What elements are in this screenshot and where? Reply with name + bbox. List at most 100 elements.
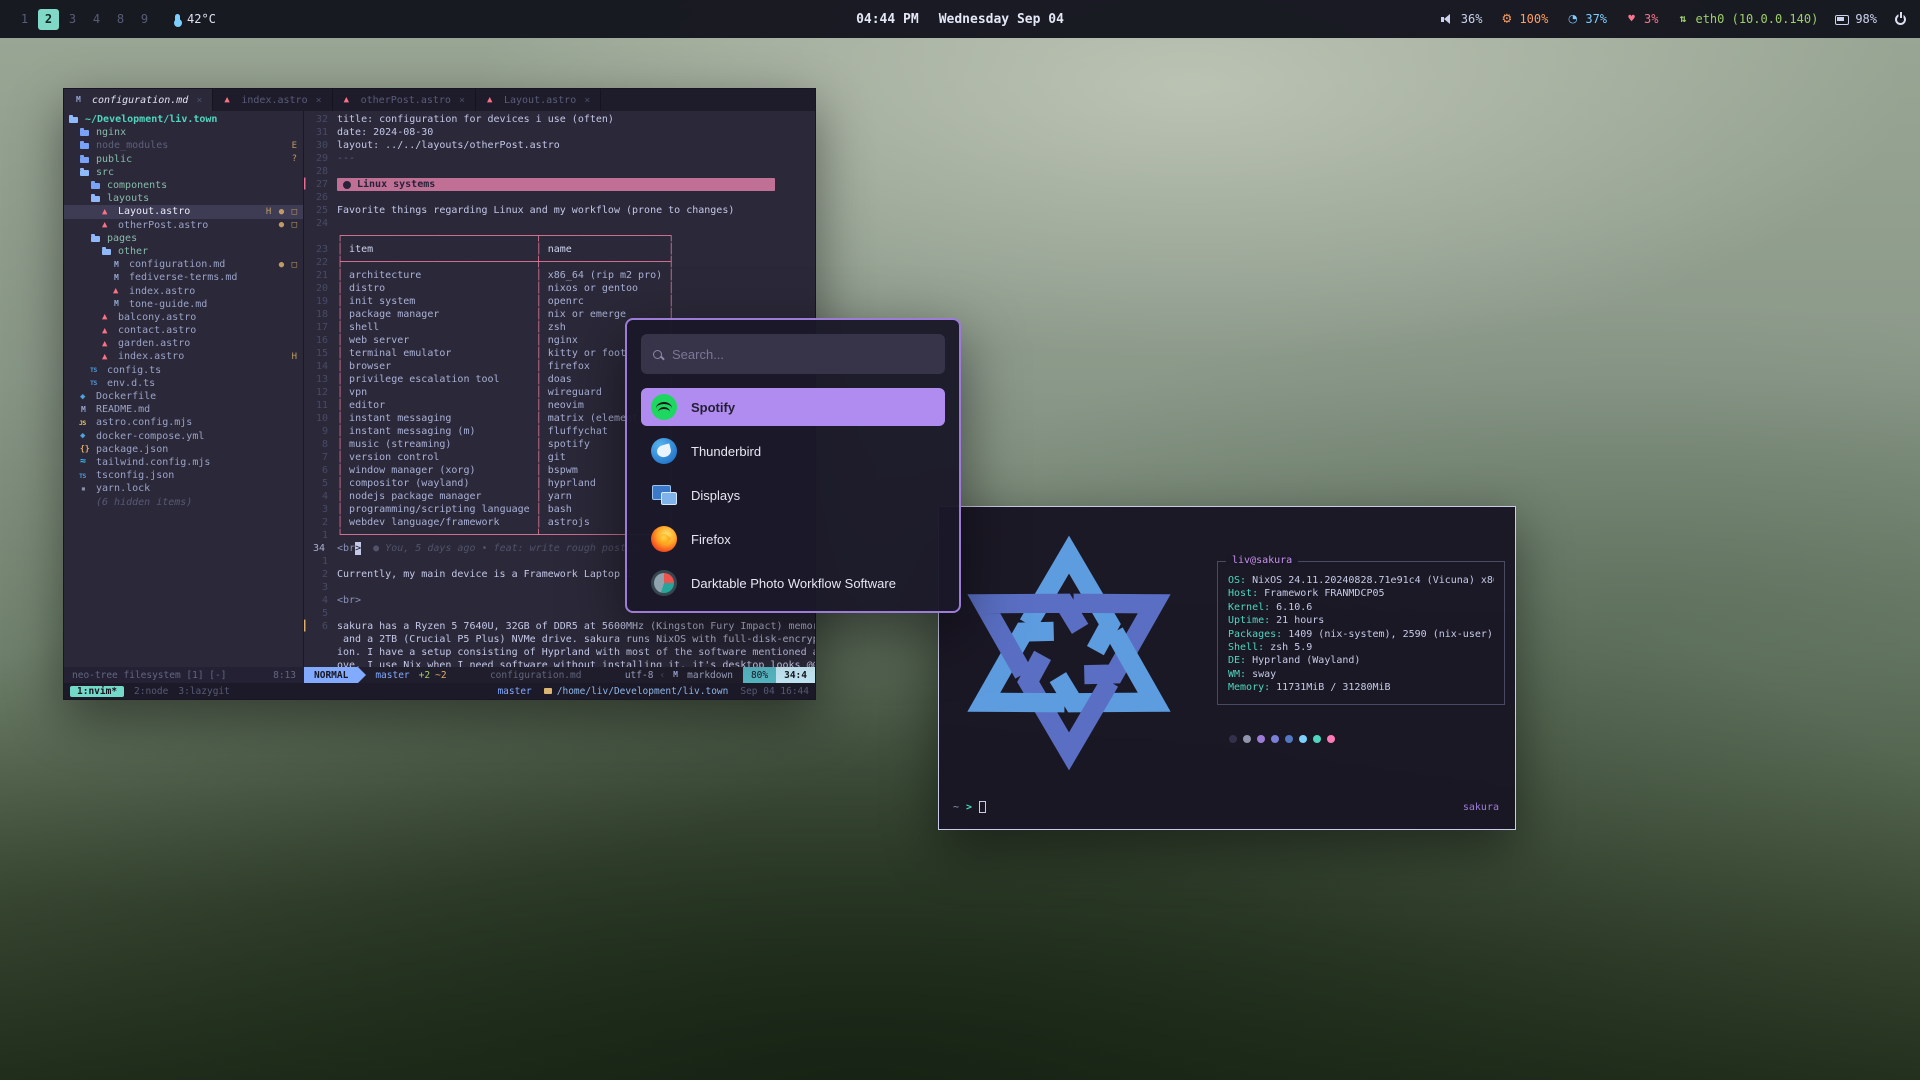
tree-item[interactable]: env.d.ts: [64, 377, 303, 390]
editor-tab[interactable]: Layout.astro ×: [476, 89, 601, 111]
workspace-button[interactable]: 4: [86, 9, 107, 30]
editor-tab[interactable]: configuration.md ×: [64, 89, 213, 111]
editor-tab[interactable]: index.astro ×: [213, 89, 332, 111]
tree-item[interactable]: configuration.md ● □: [64, 258, 303, 271]
launcher-item[interactable]: Displays: [641, 476, 945, 514]
buffer-line[interactable]: 20│ distro │ nixos or gentoo │: [304, 282, 815, 295]
statusbar-module[interactable]: 36%: [1441, 12, 1483, 26]
tree-item[interactable]: contact.astro: [64, 324, 303, 337]
buffer-line[interactable]: ove. I use Nix when I need software with…: [304, 659, 815, 667]
buffer-text: nodejs package manager: [343, 490, 536, 503]
statusbar-module[interactable]: 3%: [1624, 12, 1658, 26]
buffer-line[interactable]: 32title: configuration for devices i use…: [304, 113, 815, 126]
git-sign: [304, 646, 311, 659]
workspace-button[interactable]: 2: [38, 9, 59, 30]
buffer-text: <br: [337, 542, 355, 555]
clock[interactable]: 04:44 PMWednesday Sep 04: [856, 12, 1064, 27]
tree-item[interactable]: Dockerfile: [64, 390, 303, 403]
launcher-search[interactable]: [641, 334, 945, 374]
tree-item[interactable]: astro.config.mjs: [64, 416, 303, 429]
line-number: 22: [311, 256, 337, 269]
shell-prompt[interactable]: ~ >: [953, 801, 986, 813]
buffer-line[interactable]: 26: [304, 191, 815, 204]
tree-item[interactable]: index.astro H: [64, 350, 303, 363]
tree-statusline: neo-tree filesystem [1] [-] 8:13: [64, 667, 304, 683]
tree-item[interactable]: other: [64, 245, 303, 258]
tree-item[interactable]: pages: [64, 232, 303, 245]
tree-item[interactable]: layouts: [64, 192, 303, 205]
statusbar-module[interactable]: eth0 (10.0.0.140): [1675, 12, 1818, 26]
buffer-line[interactable]: 29---: [304, 152, 815, 165]
line-number: 1: [311, 555, 337, 568]
tab-close-icon[interactable]: ×: [196, 95, 202, 106]
search-input[interactable]: [672, 347, 933, 362]
workspace-button[interactable]: 3: [62, 9, 83, 30]
tree-item[interactable]: garden.astro: [64, 337, 303, 350]
tree-item[interactable]: otherPost.astro ● □: [64, 219, 303, 232]
ts-icon: [79, 470, 91, 482]
tree-item[interactable]: package.json: [64, 443, 303, 456]
tree-item[interactable]: tone-guide.md: [64, 298, 303, 311]
buffer-line[interactable]: 31date: 2024-08-30: [304, 126, 815, 139]
tree-item[interactable]: nginx: [64, 126, 303, 139]
buffer-line[interactable]: 30layout: ../../layouts/otherPost.astro: [304, 139, 815, 152]
buffer-line[interactable]: ▎6sakura has a Ryzen 5 7640U, 32GB of DD…: [304, 620, 815, 633]
tree-item[interactable]: index.astro: [64, 284, 303, 297]
buffer-line[interactable]: 22├────────────────────────────────┼────…: [304, 256, 815, 269]
tree-item[interactable]: fediverse-terms.md: [64, 271, 303, 284]
git-sign: [304, 152, 311, 165]
buffer-text: │: [668, 269, 674, 282]
tree-item[interactable]: components: [64, 179, 303, 192]
tree-item[interactable]: tailwind.config.mjs: [64, 456, 303, 469]
tree-item[interactable]: yarn.lock: [64, 482, 303, 495]
tree-item[interactable]: src: [64, 166, 303, 179]
buffer-line[interactable]: 25Favorite things regarding Linux and my…: [304, 204, 815, 217]
statusbar-module[interactable]: 98%: [1835, 12, 1877, 26]
tmux-window-tab[interactable]: 2:node: [134, 686, 168, 697]
buffer-line[interactable]: 24: [304, 217, 815, 230]
tree-item[interactable]: docker-compose.yml: [64, 430, 303, 443]
tree-item[interactable]: README.md: [64, 403, 303, 416]
workspace-button[interactable]: 8: [110, 9, 131, 30]
launcher-item[interactable]: Firefox: [641, 520, 945, 558]
workspace-button[interactable]: 9: [134, 9, 155, 30]
tmux-git-branch: master: [497, 686, 531, 697]
tree-item[interactable]: (6 hidden items): [64, 495, 303, 508]
buffer-line[interactable]: 28: [304, 165, 815, 178]
editor-tab[interactable]: otherPost.astro ×: [333, 89, 476, 111]
tree-item[interactable]: public ?: [64, 153, 303, 166]
statusbar-module[interactable]: 100%: [1499, 12, 1548, 26]
buffer-text: browser: [343, 360, 536, 373]
buffer-line[interactable]: ┌────────────────────────────────┬──────…: [304, 230, 815, 243]
tab-close-icon[interactable]: ×: [316, 95, 322, 106]
launcher-item[interactable]: Spotify: [641, 388, 945, 426]
buffer-line[interactable]: 21│ architecture │ x86_64 (rip m2 pro) │: [304, 269, 815, 282]
buffer-line[interactable]: ▎27Linux systems: [304, 178, 815, 191]
folder-icon: [90, 180, 102, 192]
tree-item[interactable]: tsconfig.json: [64, 469, 303, 482]
git-status-badge: ?: [292, 154, 298, 164]
tmux-window-tab[interactable]: 3:lazygit: [178, 686, 229, 697]
tree-item[interactable]: balcony.astro: [64, 311, 303, 324]
buffer-text: sakura has a Ryzen 5 7640U, 32GB of DDR5…: [337, 620, 815, 633]
buffer-line[interactable]: 23│ item │ name │: [304, 243, 815, 256]
git-sign: [304, 412, 311, 425]
tree-item[interactable]: Layout.astro H ● □: [64, 205, 303, 218]
line-number: 34: [311, 542, 337, 555]
tmux-window-tab[interactable]: 1:nvim*: [70, 686, 124, 697]
launcher-item[interactable]: Darktable Photo Workflow Software: [641, 564, 945, 602]
tree-item[interactable]: node_modules E: [64, 139, 303, 152]
power-button[interactable]: [1895, 14, 1906, 25]
statusbar-module[interactable]: 37%: [1565, 12, 1607, 26]
launcher-item[interactable]: Thunderbird: [641, 432, 945, 470]
tab-close-icon[interactable]: ×: [584, 95, 590, 106]
tab-close-icon[interactable]: ×: [459, 95, 465, 106]
temperature-module[interactable]: 42°C: [175, 12, 216, 26]
buffer-line[interactable]: ion. I have a setup consisting of Hyprla…: [304, 646, 815, 659]
buffer-line[interactable]: 19│ init system │ openrc │: [304, 295, 815, 308]
buffer-line[interactable]: and a 2TB (Crucial P5 Plus) NVMe drive. …: [304, 633, 815, 646]
line-number: 16: [311, 334, 337, 347]
tree-item[interactable]: config.ts: [64, 364, 303, 377]
tree-item[interactable]: ~/Development/liv.town: [64, 113, 303, 126]
workspace-button[interactable]: 1: [14, 9, 35, 30]
